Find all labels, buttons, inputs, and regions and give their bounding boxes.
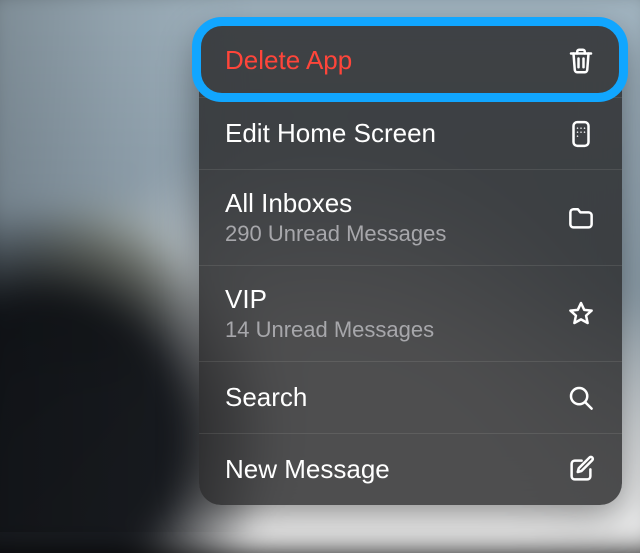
all-inboxes-subtitle: 290 Unread Messages [225, 221, 446, 247]
star-icon [566, 299, 596, 329]
context-menu: Delete App Edit Home Screen All Inboxes … [199, 25, 622, 505]
all-inboxes-label: All Inboxes [225, 188, 446, 219]
all-inboxes-item[interactable]: All Inboxes 290 Unread Messages [199, 169, 622, 265]
delete-app-item[interactable]: Delete App [199, 25, 622, 97]
new-message-item[interactable]: New Message [199, 433, 622, 505]
new-message-label: New Message [225, 454, 390, 485]
magnifying-glass-icon [566, 383, 596, 413]
delete-app-label: Delete App [225, 45, 352, 76]
vip-item[interactable]: VIP 14 Unread Messages [199, 265, 622, 361]
all-inboxes-texts: All Inboxes 290 Unread Messages [225, 188, 446, 248]
folder-icon [566, 203, 596, 233]
edit-home-screen-item[interactable]: Edit Home Screen [199, 97, 622, 169]
search-item[interactable]: Search [199, 361, 622, 433]
compose-icon [566, 455, 596, 485]
apps-on-phone-icon [566, 119, 596, 149]
vip-label: VIP [225, 284, 434, 315]
vip-texts: VIP 14 Unread Messages [225, 284, 434, 344]
vip-subtitle: 14 Unread Messages [225, 317, 434, 343]
trash-icon [566, 46, 596, 76]
edit-home-screen-label: Edit Home Screen [225, 118, 436, 149]
search-label: Search [225, 382, 307, 413]
